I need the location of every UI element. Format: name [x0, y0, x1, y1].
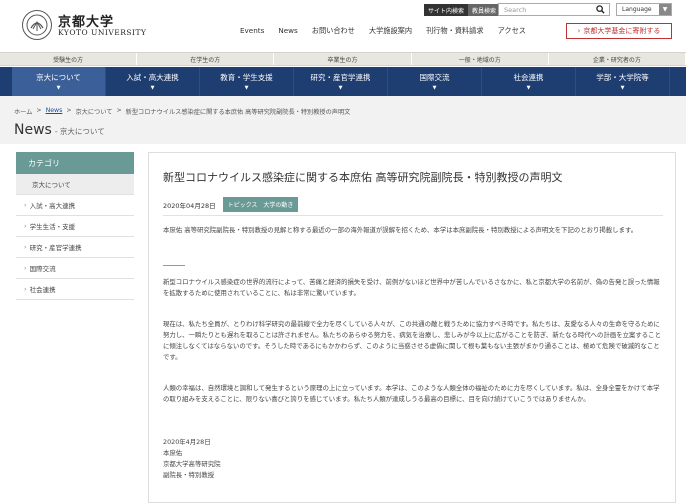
chevron-right-icon: ›	[24, 243, 27, 251]
gnav-news[interactable]: News	[278, 26, 297, 36]
article-paragraph-2: 現在は、私たち全員が、とりわけ科学研究の最前線で全力を尽くしている人々が、この共…	[163, 320, 661, 361]
chevron-right-icon: ›	[24, 285, 27, 293]
sidebar-item-student-life[interactable]: › 学生生活・支援	[16, 216, 134, 237]
article: 新型コロナウイルス感染症に関する本庶佑 高等研究院副院長・特別教授の声明文 20…	[148, 152, 676, 503]
category-sidebar: カテゴリ 京大について › 入試・高大連携 › 学生生活・支援 › 研究・産官学連携 …	[16, 152, 134, 300]
sidebar-item-label: 入試・高大連携	[29, 202, 76, 210]
article-intro: 本庶佑 高等研究院副院長・特別教授の見解と称する最近の一部の海外報道が誤解を招く…	[163, 226, 638, 234]
page-title-text: News	[14, 122, 52, 138]
audience-nav: 受験生の方 在学生の方 卒業生の方 一般・地域の方 企業・研究者の方	[0, 52, 686, 66]
main-nav-faculties[interactable]: 学部・大学院等 ▼	[576, 67, 670, 96]
main-nav-label: 社会連携	[513, 73, 544, 82]
sidebar-item-label: 学生生活・支援	[29, 223, 76, 231]
global-nav: Events News お問い合わせ 大学施設案内 刊行物・資料請求 アクセス	[240, 26, 540, 36]
sidebar-heading: カテゴリ	[16, 152, 134, 174]
main-nav-label: 京大について	[36, 73, 81, 82]
site-header: 京都大学 KYOTO UNIVERSITY サイト内検索 教員検索 Search…	[0, 0, 686, 48]
gnav-access[interactable]: アクセス	[498, 26, 526, 36]
chevron-right-icon: ›	[24, 201, 27, 209]
gnav-contact[interactable]: お問い合わせ	[312, 26, 355, 36]
language-label: Language	[622, 6, 652, 13]
audience-public[interactable]: 一般・地域の方	[412, 53, 549, 65]
main-nav-research[interactable]: 研究・産官学連携 ▼	[294, 67, 388, 96]
main-nav-community[interactable]: 社会連携 ▼	[482, 67, 576, 96]
utility-tabs: サイト内検索 教員検索	[424, 3, 501, 17]
logo-english[interactable]: KYOTO UNIVERSITY	[58, 28, 146, 37]
university-emblem-icon[interactable]	[22, 10, 52, 40]
article-title: 新型コロナウイルス感染症に関する本庶佑 高等研究院副院長・特別教授の声明文	[163, 171, 563, 184]
chevron-down-icon: ▼	[432, 85, 437, 91]
signature-affiliation: 京都大学高等研究院	[163, 460, 221, 468]
search-button[interactable]	[590, 3, 610, 16]
main-nav-label: 研究・産官学連携	[310, 73, 371, 82]
audience-alumni[interactable]: 卒業生の方	[274, 53, 412, 65]
main-nav-label: 国際交流	[419, 73, 450, 82]
faculty-search-tab[interactable]: 教員検索	[468, 4, 501, 16]
breadcrumb-current: 新型コロナウイルス感染症に関する本庶佑 高等研究院副院長・特別教授の声明文	[125, 109, 351, 116]
page-subtitle: - 京大について	[54, 127, 105, 136]
main-nav-label: 入試・高大連携	[126, 73, 179, 82]
chevron-down-icon: ▼	[659, 4, 671, 15]
breadcrumb-separator: >	[116, 107, 122, 114]
gnav-publications[interactable]: 刊行物・資料請求	[426, 26, 484, 36]
chevron-right-icon: ›	[24, 222, 27, 230]
chevron-down-icon: ▼	[338, 85, 343, 91]
main-nav-about[interactable]: 京大について ▼	[12, 67, 106, 96]
main-nav-international[interactable]: 国際交流 ▼	[388, 67, 482, 96]
main-nav-education[interactable]: 教育・学生支援 ▼	[200, 67, 294, 96]
article-paragraph-3: 人類の幸福は、自然環境と調和して発生するという原理の上に立っています。本学は、こ…	[163, 384, 660, 403]
breadcrumb-separator: >	[36, 107, 42, 114]
signature-name: 本庶佑	[163, 449, 183, 457]
main-nav-admissions[interactable]: 入試・高大連携 ▼	[106, 67, 200, 96]
emblem-graphic	[26, 14, 48, 36]
gnav-events[interactable]: Events	[240, 26, 264, 36]
chevron-right-icon: ›	[577, 27, 581, 35]
article-meta: 2020年04月28日 トピックス 大学の動き	[163, 197, 299, 212]
site-search-tab[interactable]: サイト内検索	[424, 4, 469, 16]
gnav-facilities[interactable]: 大学施設案内	[369, 26, 412, 36]
search-icon	[595, 5, 605, 14]
sidebar-item-label: 京大について	[32, 181, 71, 189]
audience-business[interactable]: 企業・研究者の方	[549, 53, 686, 65]
article-tag[interactable]: トピックス 大学の動き	[222, 197, 299, 212]
main-nav: 京大について ▼ 入試・高大連携 ▼ 教育・学生支援 ▼ 研究・産官学連携 ▼ 国際交流…	[0, 67, 686, 96]
sidebar-item-label: 研究・産官学連携	[29, 244, 82, 252]
breadcrumb-separator: >	[66, 107, 72, 114]
divider	[163, 215, 663, 216]
audience-students[interactable]: 在学生の方	[137, 53, 275, 65]
donate-label: 京都大学基金に寄附する	[583, 27, 661, 35]
breadcrumb: ホーム > News > 京大について > 新型コロナウイルス感染症に関する本庶…	[14, 107, 350, 116]
sidebar-item-admissions[interactable]: › 入試・高大連携	[16, 195, 134, 216]
breadcrumb-category[interactable]: 京大について	[76, 107, 113, 116]
donate-button[interactable]: › 京都大学基金に寄附する	[566, 23, 672, 39]
signature-position: 副院長・特別教授	[163, 471, 215, 479]
main-nav-label: 学部・大学院等	[596, 73, 649, 82]
signature-date: 2020年4月28日	[163, 438, 211, 446]
breadcrumb-home[interactable]: ホーム	[14, 107, 32, 116]
chevron-down-icon: ▼	[620, 85, 625, 91]
breadcrumb-news[interactable]: News	[46, 107, 63, 116]
language-select[interactable]: Language ▼	[616, 3, 672, 16]
article-date: 2020年04月28日	[163, 201, 216, 210]
chevron-down-icon: ▼	[526, 85, 531, 91]
sidebar-item-research[interactable]: › 研究・産官学連携	[16, 237, 134, 258]
chevron-down-icon: ▼	[56, 85, 61, 91]
sidebar-item-label: 国際交流	[29, 265, 56, 273]
audience-applicants[interactable]: 受験生の方	[0, 53, 138, 65]
chevron-down-icon: ▼	[244, 85, 249, 91]
sidebar-item-label: 社会連携	[29, 286, 56, 294]
sidebar-item-community[interactable]: › 社会連携	[16, 279, 134, 300]
sidebar-item-about[interactable]: 京大について	[16, 174, 134, 195]
page-title: News - 京大について	[14, 122, 105, 138]
sidebar-item-international[interactable]: › 国際交流	[16, 258, 134, 279]
divider	[163, 265, 185, 266]
chevron-down-icon: ▼	[150, 85, 155, 91]
chevron-right-icon: ›	[24, 264, 27, 272]
article-paragraph-1: 新型コロナウイルス感染症の世界的流行によって、苦痛と経済的損失を受け、前例がない…	[163, 278, 660, 297]
main-nav-label: 教育・学生支援	[220, 73, 273, 82]
